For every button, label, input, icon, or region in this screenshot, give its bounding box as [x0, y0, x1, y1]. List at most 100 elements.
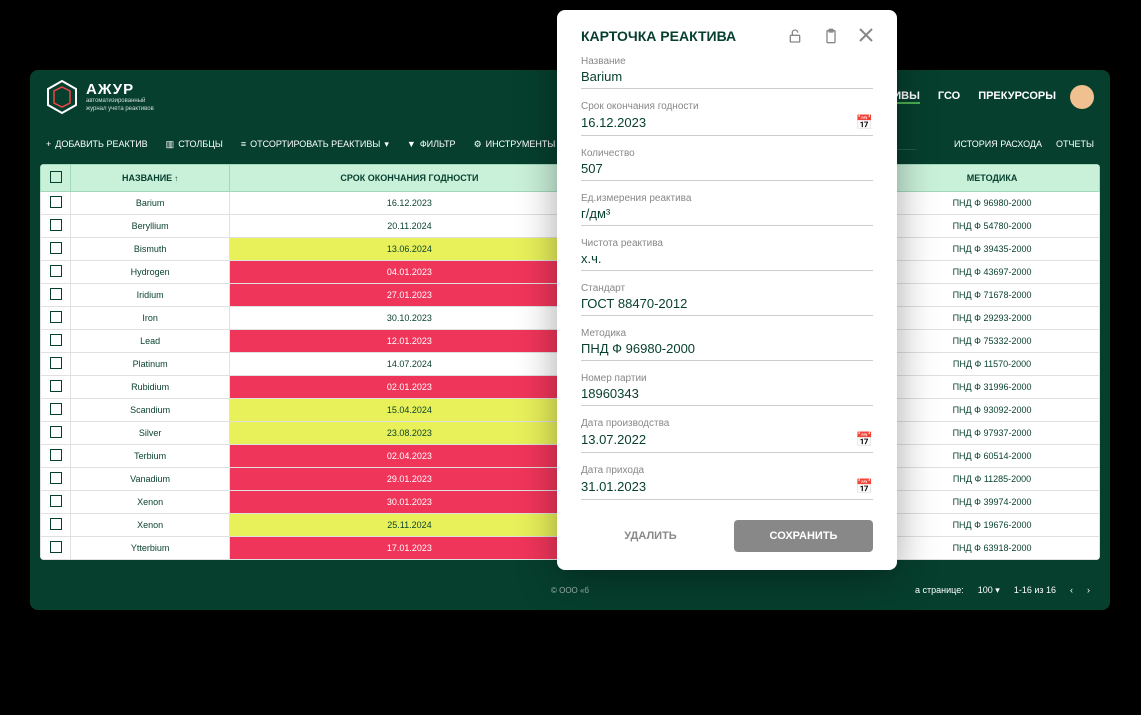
cell-expiry: 14.07.2024 — [230, 353, 589, 376]
logo: АЖУР автоматизированный журнал учёта реа… — [46, 79, 154, 115]
cell-method: ПНД Ф 11285-2000 — [885, 468, 1100, 491]
row-checkbox[interactable] — [41, 468, 71, 491]
tools-button[interactable]: ⚙ИНСТРУМЕНТЫ — [474, 139, 556, 150]
row-checkbox[interactable] — [41, 192, 71, 215]
field-name[interactable]: Название Barium — [581, 56, 873, 89]
row-checkbox[interactable] — [41, 238, 71, 261]
field-standard[interactable]: Стандарт ГОСТ 88470-2012 — [581, 283, 873, 316]
filter-icon: ▼ — [407, 139, 416, 149]
cell-name: Rubidium — [71, 376, 230, 399]
cell-method: ПНД Ф 63918-2000 — [885, 537, 1100, 560]
footer: © ООО «б а странице: 100 ▾ 1-16 из 16 ‹ … — [30, 570, 1110, 610]
row-checkbox[interactable] — [41, 353, 71, 376]
per-page-label: а странице: — [915, 585, 964, 595]
row-checkbox[interactable] — [41, 215, 71, 238]
chevron-down-icon: ▾ — [384, 139, 389, 150]
cell-name: Platinum — [71, 353, 230, 376]
sort-icon: ≡ — [241, 139, 246, 149]
cell-method: ПНД Ф 96980-2000 — [885, 192, 1100, 215]
delete-button[interactable]: УДАЛИТЬ — [581, 520, 720, 552]
cell-expiry: 29.01.2023 — [230, 468, 589, 491]
field-qty[interactable]: Количество 507 — [581, 148, 873, 181]
save-button[interactable]: СОХРАНИТЬ — [734, 520, 873, 552]
clipboard-icon[interactable] — [823, 28, 839, 44]
next-page-button[interactable]: › — [1087, 585, 1090, 595]
cell-name: Silver — [71, 422, 230, 445]
field-production-date[interactable]: Дата производства 13.07.2022📅 — [581, 418, 873, 453]
row-checkbox[interactable] — [41, 307, 71, 330]
cell-expiry: 27.01.2023 — [230, 284, 589, 307]
field-method[interactable]: Методика ПНД Ф 96980-2000 — [581, 328, 873, 361]
row-checkbox[interactable] — [41, 330, 71, 353]
columns-button[interactable]: ▥СТОЛБЦЫ — [166, 139, 223, 150]
calendar-icon[interactable]: 📅 — [856, 478, 873, 495]
cell-expiry: 15.04.2024 — [230, 399, 589, 422]
lock-icon[interactable] — [787, 28, 803, 44]
field-unit[interactable]: Ед.измерения реактива г/дм³ — [581, 193, 873, 226]
close-icon[interactable] — [859, 28, 873, 44]
cell-method: ПНД Ф 29293-2000 — [885, 307, 1100, 330]
cell-method: ПНД Ф 19676-2000 — [885, 514, 1100, 537]
card-actions: УДАЛИТЬ СОХРАНИТЬ — [581, 520, 873, 552]
cell-name: Ytterbium — [71, 537, 230, 560]
cell-expiry: 23.08.2023 — [230, 422, 589, 445]
col-method[interactable]: МЕТОДИКА — [885, 165, 1100, 192]
cell-name: Xenon — [71, 514, 230, 537]
prev-page-button[interactable]: ‹ — [1070, 585, 1073, 595]
col-checkbox[interactable] — [41, 165, 71, 192]
field-batch[interactable]: Номер партии 18960343 — [581, 373, 873, 406]
calendar-icon[interactable]: 📅 — [856, 431, 873, 448]
cell-method: ПНД Ф 39974-2000 — [885, 491, 1100, 514]
cell-name: Beryllium — [71, 215, 230, 238]
reagent-card: КАРТОЧКА РЕАКТИВА Название Barium Срок о… — [557, 10, 897, 570]
logo-icon — [46, 79, 78, 115]
row-checkbox[interactable] — [41, 491, 71, 514]
col-expiry[interactable]: СРОК ОКОНЧАНИЯ ГОДНОСТИ — [230, 165, 589, 192]
row-checkbox[interactable] — [41, 422, 71, 445]
cell-method: ПНД Ф 11570-2000 — [885, 353, 1100, 376]
row-checkbox[interactable] — [41, 537, 71, 560]
cell-name: Iridium — [71, 284, 230, 307]
row-checkbox[interactable] — [41, 445, 71, 468]
cell-expiry: 02.04.2023 — [230, 445, 589, 468]
field-arrival-date[interactable]: Дата прихода 31.01.2023📅 — [581, 465, 873, 500]
cell-method: ПНД Ф 31996-2000 — [885, 376, 1100, 399]
tab-precursors[interactable]: ПРЕКУРСОРЫ — [978, 90, 1056, 104]
cell-name: Lead — [71, 330, 230, 353]
cell-method: ПНД Ф 93092-2000 — [885, 399, 1100, 422]
cell-expiry: 25.11.2024 — [230, 514, 589, 537]
row-checkbox[interactable] — [41, 399, 71, 422]
calendar-icon[interactable]: 📅 — [856, 114, 873, 131]
cell-expiry: 17.01.2023 — [230, 537, 589, 560]
nav-tabs: ТИВЫ ГСО ПРЕКУРСОРЫ — [887, 90, 1056, 104]
cell-method: ПНД Ф 54780-2000 — [885, 215, 1100, 238]
row-checkbox[interactable] — [41, 284, 71, 307]
sort-button[interactable]: ≡ОТСОРТИРОВАТЬ РЕАКТИВЫ▾ — [241, 139, 389, 150]
history-link[interactable]: ИСТОРИЯ РАСХОДА — [954, 139, 1042, 149]
filter-button[interactable]: ▼ФИЛЬТР — [407, 139, 456, 149]
cell-expiry: 20.11.2024 — [230, 215, 589, 238]
reports-link[interactable]: ОТЧЕТЫ — [1056, 139, 1094, 149]
col-name[interactable]: НАЗВАНИЕ↑ — [71, 165, 230, 192]
cell-name: Scandium — [71, 399, 230, 422]
field-purity[interactable]: Чистота реактива х.ч. — [581, 238, 873, 271]
row-checkbox[interactable] — [41, 261, 71, 284]
app-subtitle2: журнал учёта реактивов — [86, 106, 154, 113]
field-expiry[interactable]: Срок окончания годности 16.12.2023📅 — [581, 101, 873, 136]
add-reagent-button[interactable]: +ДОБАВИТЬ РЕАКТИВ — [46, 139, 148, 149]
row-checkbox[interactable] — [41, 376, 71, 399]
cell-name: Bismuth — [71, 238, 230, 261]
cell-expiry: 12.01.2023 — [230, 330, 589, 353]
rt-links: ИСТОРИЯ РАСХОДА ОТЧЕТЫ — [954, 139, 1094, 149]
cell-method: ПНД Ф 60514-2000 — [885, 445, 1100, 468]
cell-expiry: 13.06.2024 — [230, 238, 589, 261]
copyright: © ООО «б — [551, 586, 589, 595]
row-checkbox[interactable] — [41, 514, 71, 537]
per-page-select[interactable]: 100 ▾ — [978, 585, 1000, 596]
cell-expiry: 30.10.2023 — [230, 307, 589, 330]
cell-name: Xenon — [71, 491, 230, 514]
tab-gso[interactable]: ГСО — [938, 90, 960, 104]
gear-icon: ⚙ — [474, 139, 482, 150]
avatar[interactable] — [1070, 85, 1094, 109]
cell-name: Terbium — [71, 445, 230, 468]
